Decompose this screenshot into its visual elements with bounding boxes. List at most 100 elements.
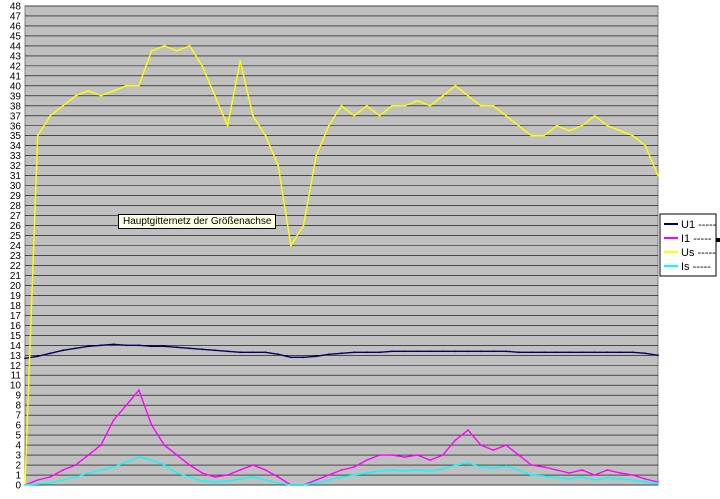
data-point — [657, 174, 659, 177]
data-point — [441, 94, 444, 97]
data-point — [24, 357, 26, 360]
data-point — [619, 351, 621, 354]
data-point — [49, 482, 52, 484]
data-point — [87, 472, 90, 474]
data-point — [125, 344, 128, 347]
data-point — [631, 479, 634, 481]
y-tick-label: 3 — [15, 451, 21, 462]
data-point — [555, 351, 558, 354]
y-tick-label: 34 — [10, 141, 22, 152]
data-point — [163, 45, 166, 47]
data-point — [429, 104, 431, 107]
data-point — [36, 483, 39, 485]
data-point — [517, 351, 520, 354]
data-point — [631, 474, 634, 476]
data-point — [112, 343, 115, 346]
data-point — [74, 347, 77, 350]
data-point — [429, 350, 431, 353]
data-point — [277, 164, 280, 167]
data-point — [226, 350, 229, 353]
y-tick-label: 20 — [10, 281, 22, 292]
data-point — [505, 444, 507, 446]
data-point — [619, 478, 621, 480]
data-point — [530, 351, 533, 354]
data-point — [353, 114, 356, 117]
chart: 0123456789101112131415161718192021222324… — [10, 2, 720, 492]
data-point — [125, 461, 128, 463]
y-tick-label: 24 — [10, 241, 22, 252]
data-point — [479, 104, 482, 107]
y-tick-label: 45 — [10, 31, 22, 42]
data-point — [327, 124, 330, 127]
gridline-tooltip: Hauptgitternetz der Größenachse — [118, 214, 277, 229]
data-point — [593, 114, 596, 117]
data-point — [644, 478, 647, 480]
data-point — [201, 65, 204, 67]
data-point — [593, 351, 596, 354]
data-point — [530, 474, 533, 476]
y-axis-ticks: 0123456789101112131415161718192021222324… — [10, 2, 22, 492]
y-tick-label: 9 — [15, 391, 21, 402]
data-point — [176, 454, 178, 456]
y-tick-label: 27 — [10, 211, 22, 222]
y-tick-label: 13 — [10, 351, 22, 362]
y-tick-label: 2 — [15, 461, 21, 472]
legend-label: I1 ----- — [681, 233, 712, 245]
data-point — [201, 348, 204, 351]
data-point — [391, 104, 393, 107]
data-point — [365, 472, 368, 474]
y-tick-label: 15 — [10, 331, 22, 342]
data-point — [315, 355, 318, 358]
data-point — [644, 352, 647, 355]
data-point — [302, 356, 305, 359]
data-point — [492, 350, 495, 353]
data-point — [277, 353, 280, 356]
data-point — [264, 351, 267, 354]
data-point — [619, 129, 621, 132]
data-point — [454, 84, 457, 87]
y-tick-label: 35 — [10, 131, 22, 142]
data-point — [543, 466, 545, 468]
y-tick-label: 22 — [10, 261, 22, 272]
data-point — [138, 456, 140, 458]
y-tick-label: 23 — [10, 251, 22, 262]
y-tick-label: 8 — [15, 401, 21, 412]
data-point — [36, 134, 39, 137]
data-point — [163, 444, 166, 446]
data-point — [239, 60, 242, 62]
data-point — [568, 129, 571, 132]
data-point — [492, 467, 495, 469]
y-tick-label: 31 — [10, 171, 22, 182]
data-point — [315, 479, 318, 481]
data-point — [441, 350, 444, 353]
data-point — [87, 454, 90, 456]
data-point — [302, 224, 305, 227]
data-point — [555, 477, 558, 479]
data-point — [657, 354, 659, 357]
data-point — [327, 474, 330, 476]
y-tick-label: 32 — [10, 161, 22, 172]
data-point — [416, 350, 419, 353]
data-point — [467, 350, 469, 353]
data-point — [264, 134, 267, 137]
legend-label: U1 ----- — [681, 219, 717, 231]
data-point — [429, 470, 431, 472]
data-point — [188, 347, 191, 350]
data-point — [302, 484, 305, 486]
y-tick-label: 44 — [10, 41, 22, 52]
data-point — [315, 154, 318, 157]
data-point — [176, 472, 178, 474]
data-point — [581, 124, 583, 127]
y-tick-label: 30 — [10, 181, 22, 192]
data-point — [201, 480, 204, 482]
data-point — [391, 454, 393, 456]
data-point — [657, 482, 659, 484]
y-tick-label: 29 — [10, 191, 22, 202]
data-point — [49, 352, 52, 355]
data-point — [606, 124, 609, 127]
y-tick-label: 46 — [10, 21, 22, 32]
data-point — [454, 350, 457, 353]
y-tick-label: 14 — [10, 341, 22, 352]
y-tick-label: 12 — [10, 361, 22, 372]
data-point — [138, 344, 140, 347]
